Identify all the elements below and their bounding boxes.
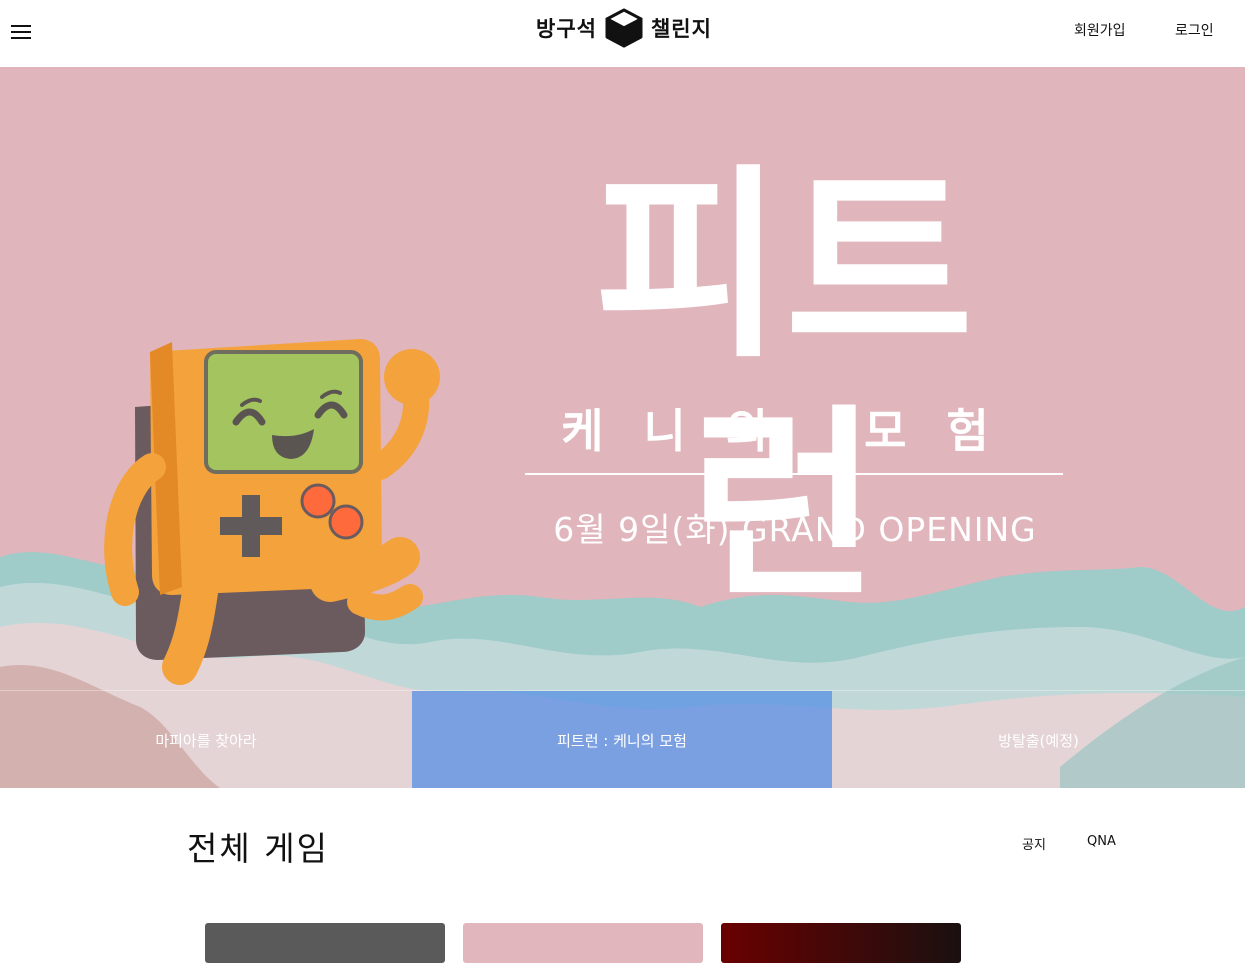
site-logo[interactable]: 방구석 챌린지 (536, 6, 712, 50)
notice-link[interactable]: 공지 (1022, 834, 1046, 853)
game-card[interactable] (205, 923, 445, 963)
tab-escape-room[interactable]: 방탈출(예정) (832, 691, 1245, 788)
logo-text-left: 방구석 (536, 17, 597, 41)
login-link[interactable]: 로그인 (1175, 20, 1214, 40)
signup-link[interactable]: 회원가입 (1074, 20, 1126, 40)
game-tab-bar: 마피아를 찾아라 피트런 : 케니의 모험 방탈출(예정) (0, 690, 1245, 788)
hero-subtitle: 케니의 모험 (561, 404, 1029, 458)
section-title: 전체 게임 (187, 829, 329, 868)
gameboy-character-icon (104, 339, 440, 685)
qna-link[interactable]: QNA (1087, 834, 1116, 849)
tab-fitrun[interactable]: 피트런 : 케니의 모험 (412, 691, 832, 788)
hero-divider (525, 473, 1063, 475)
game-card[interactable] (463, 923, 703, 963)
top-header: 방구석 챌린지 회원가입 로그인 (0, 0, 1245, 68)
logo-text-right: 챌린지 (650, 17, 712, 41)
cube-icon (605, 8, 643, 48)
hero-title: 피트런 (594, 148, 976, 626)
tab-mafia[interactable]: 마피아를 찾아라 (0, 691, 412, 788)
hero-date: 6월 9일(화) GRAND OPENING (553, 510, 1037, 549)
hamburger-menu-icon[interactable] (11, 22, 33, 40)
game-card[interactable] (721, 923, 961, 963)
hero-banner: 피트런 케니의 모험 6월 9일(화) GRAND OPENING 마피아를 찾… (0, 67, 1245, 788)
